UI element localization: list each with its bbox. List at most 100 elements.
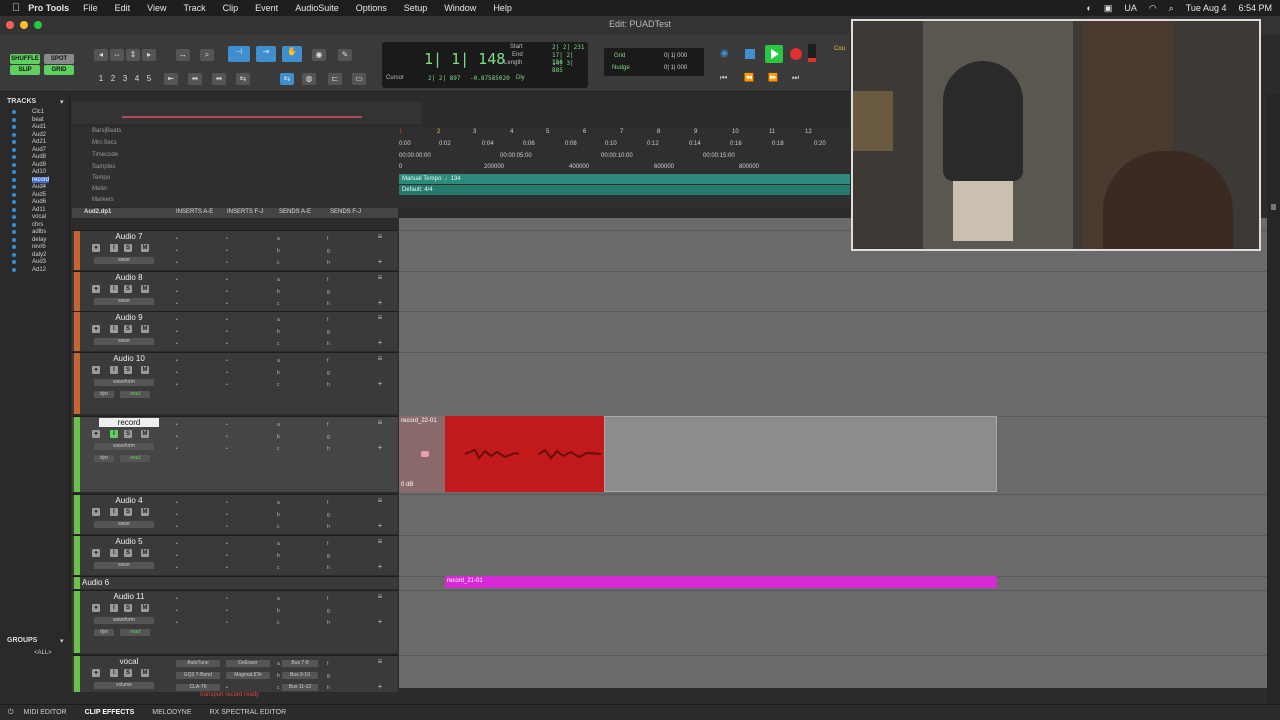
insert-slot[interactable]: • xyxy=(226,358,228,364)
ruler-markers-label[interactable]: Markers xyxy=(92,197,114,203)
nudge-label[interactable]: Nudge xyxy=(612,65,630,71)
count-off-label[interactable]: Cou xyxy=(834,46,845,52)
track-name[interactable]: record xyxy=(99,418,159,427)
tracks-list-item[interactable]: record xyxy=(32,176,50,183)
mute-button[interactable]: M xyxy=(141,508,149,516)
keyboard-focus-icon[interactable]: ⇆ xyxy=(280,73,294,85)
stop-button[interactable] xyxy=(745,49,755,59)
groups-menu-icon[interactable]: ▾ xyxy=(60,637,64,645)
input-monitor-button[interactable]: I xyxy=(110,244,118,252)
tab-rx-spectral-editor[interactable]: RX SPECTRAL EDITOR xyxy=(210,709,287,716)
column-sends-fj[interactable]: SENDS F-J xyxy=(330,209,361,215)
search-icon[interactable]: ⌕ xyxy=(1169,3,1174,14)
insert-slot[interactable]: h xyxy=(327,260,330,266)
insert-slot[interactable]: • xyxy=(176,358,178,364)
track-view-selector[interactable]: waveform xyxy=(94,617,154,624)
grabber-tool-icon[interactable]: ✋ xyxy=(282,46,302,62)
menu-options[interactable]: Options xyxy=(356,3,387,13)
mute-button[interactable]: M xyxy=(141,285,149,293)
tempo-ruler[interactable]: Manual Tempo: ♩134 xyxy=(399,174,850,184)
insert-slot[interactable]: • xyxy=(176,301,178,307)
automation-selector[interactable]: dyn xyxy=(94,455,114,462)
insert-slot[interactable]: h xyxy=(327,620,330,626)
insert-slot[interactable]: • xyxy=(226,248,228,254)
insert-slot[interactable]: • xyxy=(176,434,178,440)
track-list-icon[interactable]: ≡ xyxy=(376,274,384,282)
rewind-icon[interactable]: ⏪ xyxy=(744,73,754,82)
insert-slot[interactable]: a xyxy=(277,358,280,364)
solo-button[interactable]: S xyxy=(124,430,132,438)
insert-slot[interactable]: f xyxy=(327,541,328,547)
insert-slot[interactable]: b xyxy=(277,608,280,614)
input-monitor-button[interactable]: I xyxy=(110,285,118,293)
insert-slot[interactable]: • xyxy=(176,553,178,559)
track-view-selector[interactable]: wave xyxy=(94,298,154,305)
insert-slot[interactable]: • xyxy=(176,565,178,571)
insert-slot[interactable]: c xyxy=(277,524,280,530)
tracks-list-item[interactable]: Aud7 xyxy=(32,147,46,153)
track-header[interactable]: Audio 5 ● I S Mwave • • a f • • b g • • c h ≡ + xyxy=(72,535,398,575)
input-monitor-button[interactable]: I xyxy=(110,430,118,438)
input-monitor-button[interactable]: I xyxy=(110,604,118,612)
insert-slot[interactable]: b xyxy=(277,329,280,335)
track-list-icon[interactable]: ≡ xyxy=(376,658,384,666)
insert-slot[interactable]: • xyxy=(176,329,178,335)
insert-slot[interactable]: • xyxy=(176,289,178,295)
tracks-list-item[interactable]: Aud8 xyxy=(32,154,46,160)
tracks-list-item[interactable]: adlbs xyxy=(32,229,46,235)
track-list-icon[interactable]: ≡ xyxy=(376,497,384,505)
rec-enable-button[interactable]: ● xyxy=(92,285,100,293)
column-inserts-ae[interactable]: INSERTS A-E xyxy=(176,209,213,215)
tab-clip-effects[interactable]: CLIP EFFECTS xyxy=(85,709,135,716)
input-monitor-button[interactable]: I xyxy=(110,508,118,516)
track-name[interactable]: Audio 11 xyxy=(99,592,159,601)
track-header[interactable]: Audio 9 ● I S Mwave • • a f • • b g • • c h ≡ + xyxy=(72,311,398,351)
insert-slot[interactable]: b xyxy=(277,289,280,295)
track-color-strip[interactable] xyxy=(74,231,80,270)
insert-slot[interactable]: a xyxy=(277,500,280,506)
rec-enable-button[interactable]: ● xyxy=(92,604,100,612)
insert-slot[interactable]: c xyxy=(277,341,280,347)
tracks-list-item[interactable]: beat xyxy=(32,117,44,123)
insert-slot[interactable]: h xyxy=(327,446,330,452)
track-visibility-icon[interactable] xyxy=(12,230,16,234)
insert-slot[interactable]: c xyxy=(277,446,280,452)
insert-slot[interactable]: g xyxy=(327,553,330,559)
tab-to-transient-icon[interactable]: ⇤ xyxy=(164,73,178,85)
tracks-list-item[interactable]: Aud3 xyxy=(32,259,46,265)
insert-slot[interactable]: • xyxy=(226,608,228,614)
track-visibility-icon[interactable] xyxy=(12,125,16,129)
insert-slot[interactable]: • xyxy=(226,524,228,530)
ruler-minsecs-label[interactable]: Min:Secs xyxy=(92,140,117,146)
insert-slot[interactable]: f xyxy=(327,277,328,283)
add-lane-icon[interactable]: + xyxy=(376,258,384,266)
insert-slot[interactable]: c xyxy=(277,301,280,307)
track-list-icon[interactable]: ≡ xyxy=(376,419,384,427)
insert-slot[interactable]: • xyxy=(176,422,178,428)
track-name[interactable]: Audio 5 xyxy=(99,537,159,546)
meter-ruler[interactable]: Default: 4/4 xyxy=(399,185,850,195)
insert-slot[interactable]: c xyxy=(277,685,280,691)
shuffle-mode-button[interactable]: SHUFFLE xyxy=(10,54,40,64)
solo-button[interactable]: S xyxy=(124,366,132,374)
track-visibility-icon[interactable] xyxy=(12,140,16,144)
mute-button[interactable]: M xyxy=(141,244,149,252)
insert-slot[interactable]: f xyxy=(327,596,328,602)
track-visibility-icon[interactable] xyxy=(12,147,16,152)
menu-edit[interactable]: Edit xyxy=(115,3,131,13)
tracks-list-item[interactable]: daly2 xyxy=(32,252,46,258)
tracks-list-item[interactable]: Ad10 xyxy=(32,169,46,175)
vocal-insert-slot-fj[interactable]: MagmaLIITe xyxy=(226,672,270,679)
vocal-insert-slot[interactable]: EQ3 7-Band xyxy=(176,672,220,679)
mute-button[interactable]: M xyxy=(141,430,149,438)
power-icon[interactable]: ⏻ xyxy=(8,709,14,717)
mute-button[interactable]: M xyxy=(141,325,149,333)
track-view-selector[interactable]: wave xyxy=(94,521,154,528)
track-color-strip[interactable] xyxy=(74,417,80,492)
input-monitor-button[interactable]: I xyxy=(110,669,118,677)
insert-slot[interactable]: a xyxy=(277,277,280,283)
groups-all[interactable]: <ALL> xyxy=(34,650,52,656)
rec-enable-button[interactable]: ● xyxy=(92,669,100,677)
mute-button[interactable]: M xyxy=(141,366,149,374)
insert-slot[interactable]: a xyxy=(277,236,280,242)
